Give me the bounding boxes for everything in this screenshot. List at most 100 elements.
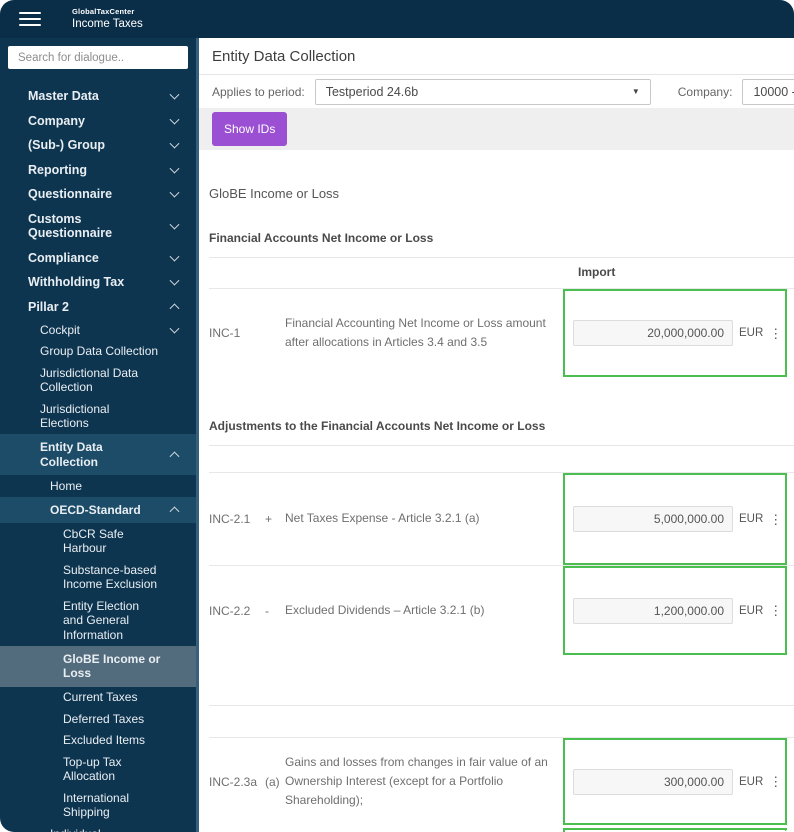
sidebar-scrollbar[interactable] bbox=[196, 38, 199, 832]
chevron-up-icon bbox=[169, 506, 180, 517]
import-cell-annotation bbox=[563, 828, 787, 832]
form-group: Adjustments to the Financial Accounts Ne… bbox=[209, 419, 794, 832]
sidebar-item-globe-income-or-loss[interactable]: GloBE Income or Loss bbox=[0, 645, 199, 687]
sidebar-item-label: International Shipping bbox=[63, 790, 130, 820]
row-description: Gains and losses from changes in fair va… bbox=[285, 754, 548, 808]
kebab-menu-icon[interactable]: ⋮ bbox=[769, 775, 782, 788]
sidebar-item-compliance[interactable]: Compliance bbox=[0, 246, 199, 271]
show-ids-button[interactable]: Show IDs bbox=[212, 112, 288, 146]
row-sign: + bbox=[265, 512, 273, 526]
sidebar-item-label: (Sub-) Group bbox=[28, 138, 106, 152]
partial-next-row bbox=[209, 825, 794, 832]
table-row: INC-1 Financial Accounting Net Income or… bbox=[209, 288, 794, 377]
row-spacer bbox=[209, 655, 794, 706]
sidebar-item-label: Company bbox=[28, 113, 85, 128]
sidebar-item-label: Compliance bbox=[28, 250, 99, 265]
chevron-down-icon bbox=[169, 89, 180, 100]
amount-input[interactable] bbox=[573, 597, 733, 624]
currency-label: EUR bbox=[739, 604, 764, 617]
kebab-menu-icon[interactable]: ⋮ bbox=[769, 513, 782, 526]
form-content: GloBE Income or Loss Financial Accounts … bbox=[199, 186, 794, 832]
sidebar-item-home[interactable]: Home bbox=[0, 475, 199, 497]
sidebar-item-label: Master Data bbox=[28, 89, 99, 103]
sidebar-item-label: OECD-Standard bbox=[50, 502, 141, 517]
sidebar-item-reporting[interactable]: Reporting bbox=[0, 158, 199, 183]
sidebar-item-cockpit[interactable]: Cockpit bbox=[0, 319, 199, 341]
sidebar-item-deferred-taxes[interactable]: Deferred Taxes bbox=[0, 708, 199, 730]
chevron-down-icon bbox=[169, 138, 180, 149]
row-sign: - bbox=[265, 603, 269, 618]
sidebar-item-cbcr-safe-harbour[interactable]: CbCR Safe Harbour bbox=[0, 523, 199, 559]
company-select[interactable]: 10000 - Ultimate Par bbox=[742, 78, 794, 105]
sidebar-item-label: GloBE Income or Loss bbox=[63, 651, 161, 681]
currency-label: EUR bbox=[739, 327, 764, 339]
sidebar-item-label: Group Data Collection bbox=[40, 344, 159, 358]
column-header-band bbox=[209, 446, 794, 472]
sidebar-item-company[interactable]: Company bbox=[0, 109, 199, 134]
sidebar-item-current-taxes[interactable]: Current Taxes bbox=[0, 687, 199, 709]
table-row: INC-2.1 + Net Taxes Expense - Article 3.… bbox=[209, 472, 794, 565]
page-title-row: Entity Data Collection bbox=[199, 38, 794, 75]
sidebar-item-label: Withholding Tax bbox=[28, 275, 125, 289]
sidebar-item-oecd-standard[interactable]: OECD-Standard bbox=[0, 496, 199, 523]
table-row: INC-2.3a (a) Gains and losses from chang… bbox=[209, 737, 794, 825]
sidebar-item-international-shipping[interactable]: International Shipping bbox=[0, 787, 199, 823]
company-select-value: 10000 - Ultimate Par bbox=[753, 84, 794, 99]
row-code: INC-2.3a bbox=[209, 774, 258, 789]
sidebar-item-pillar-2[interactable]: Pillar 2 bbox=[0, 295, 199, 320]
sidebar-item-master-data[interactable]: Master Data bbox=[0, 84, 199, 109]
period-label: Applies to period: bbox=[212, 84, 305, 99]
import-column-header: Import bbox=[578, 265, 616, 279]
currency-label: EUR bbox=[739, 775, 764, 788]
amount-input[interactable] bbox=[573, 506, 733, 532]
kebab-menu-icon[interactable]: ⋮ bbox=[769, 604, 782, 617]
search-input[interactable] bbox=[8, 46, 188, 69]
toolbar: Show IDs bbox=[199, 108, 794, 150]
company-label: Company: bbox=[677, 84, 733, 99]
sidebar-item-jurisdictional-data-collection[interactable]: Jurisdictional Data Collection bbox=[0, 362, 199, 398]
main-area: Entity Data Collection Applies to period… bbox=[199, 38, 794, 832]
chevron-up-icon bbox=[169, 450, 180, 461]
sidebar-item-individual-calculations[interactable]: Individual Calculations bbox=[0, 823, 199, 832]
sidebar-item-label: Home bbox=[50, 478, 83, 493]
sidebar-item-jurisdictional-elections[interactable]: Jurisdictional Elections bbox=[0, 398, 199, 434]
sidebar-item-label: Jurisdictional Elections bbox=[40, 401, 110, 431]
sidebar-item-label: Deferred Taxes bbox=[63, 711, 145, 726]
sidebar-item-customs-questionnaire[interactable]: Customs Questionnaire bbox=[0, 207, 199, 246]
sidebar-item-withholding-tax[interactable]: Withholding Tax bbox=[0, 270, 199, 295]
kebab-menu-icon[interactable]: ⋮ bbox=[769, 327, 782, 340]
sidebar-item-sub-group[interactable]: (Sub-) Group bbox=[0, 133, 199, 158]
period-select-value: Testperiod 24.6b bbox=[325, 84, 419, 99]
sidebar-item-substance-based-income-exclusion[interactable]: Substance-based Income Exclusion bbox=[0, 559, 199, 595]
sidebar-item-entity-election-and-general-information[interactable]: Entity Election and General Information bbox=[0, 595, 199, 646]
sidebar-item-label: CbCR Safe Harbour bbox=[63, 526, 124, 556]
sidebar-item-label: Individual Calculations bbox=[50, 827, 115, 832]
app-brand: GlobalTaxCenter Income Taxes bbox=[72, 7, 143, 31]
group-heading: Financial Accounts Net Income or Loss bbox=[209, 231, 794, 258]
sidebar-item-questionnaire[interactable]: Questionnaire bbox=[0, 182, 199, 207]
amount-input[interactable] bbox=[573, 320, 733, 346]
hamburger-menu-icon[interactable] bbox=[19, 12, 41, 26]
sidebar-item-excluded-items[interactable]: Excluded Items bbox=[0, 730, 199, 752]
import-cell-annotation: EUR ⋮ bbox=[563, 566, 787, 655]
sidebar-item-label: Current Taxes bbox=[63, 690, 138, 704]
sidebar-item-entity-data-collection[interactable]: Entity Data Collection bbox=[0, 434, 199, 475]
period-select[interactable]: Testperiod 24.6b ▼ bbox=[314, 78, 651, 105]
sidebar-item-label: Questionnaire bbox=[28, 187, 113, 201]
row-code: INC-2.2 bbox=[209, 603, 251, 618]
row-sign: (a) bbox=[265, 774, 280, 789]
sidebar-item-label: Substance-based Income Exclusion bbox=[63, 562, 158, 592]
amount-input[interactable] bbox=[573, 768, 733, 795]
import-cell-annotation: EUR ⋮ bbox=[563, 473, 787, 565]
table-row: INC-2.2 - Excluded Dividends – Article 3… bbox=[209, 565, 794, 655]
sidebar-item-group-data-collection[interactable]: Group Data Collection bbox=[0, 341, 199, 363]
chevron-down-icon bbox=[169, 114, 180, 125]
chevron-down-icon bbox=[169, 251, 180, 262]
chevron-down-icon bbox=[169, 219, 180, 230]
app-window: GlobalTaxCenter Income Taxes Master Data… bbox=[0, 0, 794, 832]
row-code: INC-1 bbox=[209, 326, 241, 340]
column-header-band: Import bbox=[209, 258, 794, 288]
row-spacer bbox=[209, 706, 794, 737]
sidebar-item-top-up-tax-allocation[interactable]: Top-up Tax Allocation bbox=[0, 751, 199, 787]
chevron-down-icon bbox=[169, 323, 180, 334]
